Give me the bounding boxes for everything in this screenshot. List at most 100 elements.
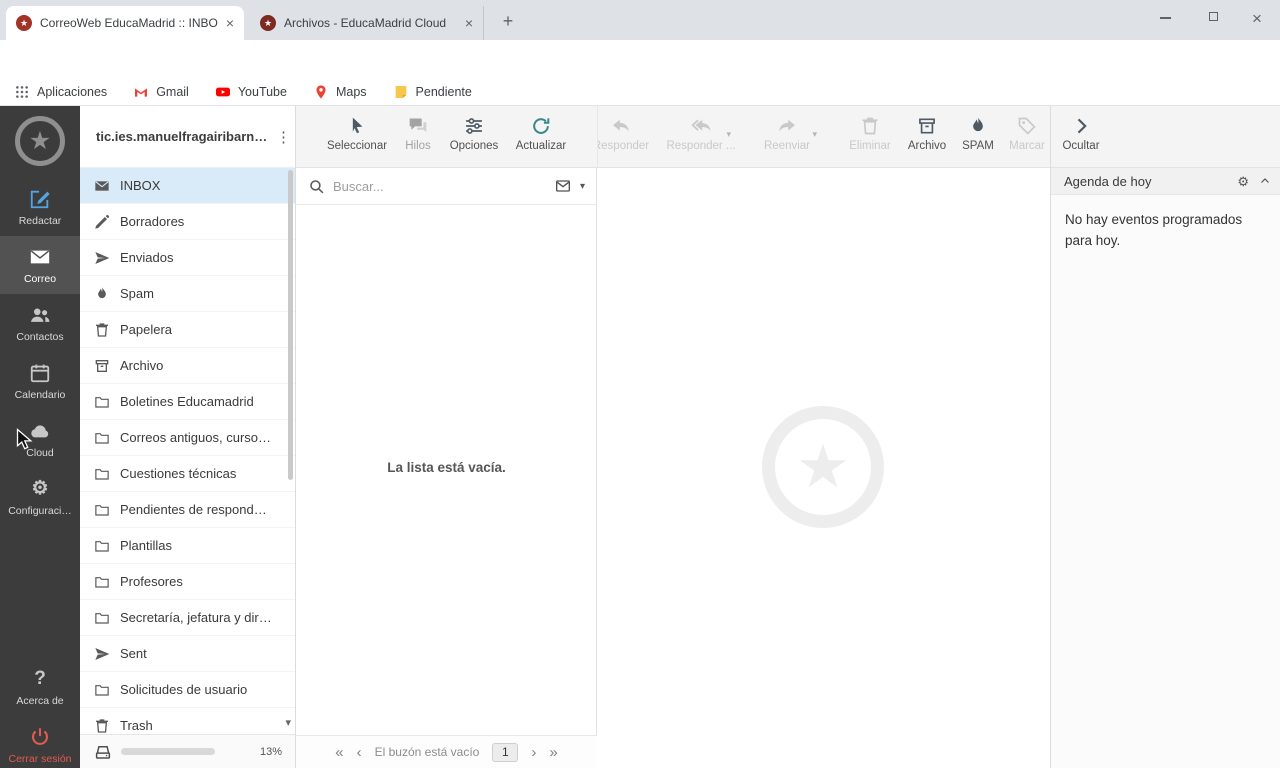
calendar-icon: [30, 364, 50, 382]
message-list-panel: ▾ La lista está vacía. « ‹ El buzón está…: [296, 168, 597, 768]
chevron-down-icon: ▾: [579, 180, 585, 192]
window-minimize-button[interactable]: [1142, 0, 1188, 36]
quota-bar: 13%: [80, 734, 295, 768]
forward-button[interactable]: Reenviar ▾: [747, 116, 827, 166]
hide-agenda-button[interactable]: Ocultar: [1051, 116, 1111, 166]
folder-options-menu-icon[interactable]: ⋮: [276, 106, 291, 168]
last-page-icon[interactable]: »: [549, 745, 557, 760]
empty-list-message: La lista está vacía.: [387, 460, 506, 475]
previous-page-icon[interactable]: ‹: [357, 745, 362, 760]
search-scope[interactable]: ▾: [555, 178, 585, 194]
folder-spam[interactable]: Spam: [80, 276, 295, 312]
reply-button[interactable]: Responder: [598, 116, 661, 166]
folder-profesores[interactable]: Profesores: [80, 564, 295, 600]
trash-icon: [96, 322, 108, 337]
folder-cuestiones-tecnicas[interactable]: Cuestiones técnicas: [80, 456, 295, 492]
tab-webmail[interactable]: ★ CorreoWeb EducaMadrid :: INBO ×: [6, 6, 244, 40]
folder-sent[interactable]: Sent: [80, 636, 295, 672]
first-page-icon[interactable]: «: [335, 745, 343, 760]
folder-enviados[interactable]: Enviados: [80, 240, 295, 276]
note-icon: [395, 85, 406, 98]
archive-icon: [919, 118, 935, 134]
folder-icon: [95, 396, 109, 408]
window-restore-button[interactable]: [1188, 0, 1234, 119]
sidebar-item-contactos[interactable]: Contactos: [0, 294, 80, 352]
inbox-icon: [95, 180, 109, 191]
gear-icon[interactable]: ⚙: [1237, 175, 1249, 188]
chevron-up-icon[interactable]: [1259, 175, 1271, 187]
agenda-toolbar-group: Ocultar: [1050, 106, 1280, 168]
bookmark-pendiente[interactable]: Pendiente: [393, 84, 472, 100]
quota-percent: 13%: [259, 745, 282, 758]
search-input[interactable]: [333, 178, 547, 194]
folder-secretaria[interactable]: Secretaría, jefatura y dir…: [80, 600, 295, 636]
folder-plantillas[interactable]: Plantillas: [80, 528, 295, 564]
folder-icon: [95, 468, 109, 480]
pagination-bar: « ‹ El buzón está vacío › »: [296, 735, 597, 768]
agenda-empty-message: No hay eventos programados para hoy.: [1065, 212, 1243, 248]
sidebar-item-calendario[interactable]: Calendario: [0, 352, 80, 410]
account-header: tic.ies.manuelfragairibarn… ⋮: [80, 106, 295, 168]
folder-inbox[interactable]: INBOX: [80, 168, 295, 204]
sidebar-item-cerrar-sesion[interactable]: Cerrar sesión: [0, 716, 80, 768]
mark-button[interactable]: Marcar: [987, 116, 1050, 166]
sidebar-item-cloud[interactable]: Cloud: [0, 410, 80, 468]
agenda-header: Agenda de hoy ⚙: [1051, 168, 1280, 195]
account-name: tic.ies.manuelfragairibarn…: [96, 129, 268, 144]
search-bar[interactable]: ▾: [296, 168, 597, 205]
flame-icon: [973, 117, 983, 132]
maps-pin-icon: [316, 84, 326, 99]
address-bar: ← → correoweb.educa.madrid.org/?_task=ma…: [0, 40, 1280, 113]
search-icon: [308, 178, 325, 195]
folder-pendientes[interactable]: Pendientes de respond…: [80, 492, 295, 528]
tab-close-icon[interactable]: ×: [226, 16, 234, 30]
window-close-button[interactable]: ×: [1234, 0, 1280, 36]
sidebar-item-configuracion[interactable]: ⚙ Configuraci…: [0, 468, 80, 526]
bookmark-aplicaciones[interactable]: Aplicaciones: [14, 84, 107, 100]
folder-boletines[interactable]: Boletines Educamadrid: [80, 384, 295, 420]
reply-all-button[interactable]: Responder ... ▾: [661, 116, 741, 166]
gmail-icon: [135, 87, 148, 97]
app-sidebar: ★ Redactar Correo Contactos Calendario C…: [0, 106, 80, 768]
tab-bar: ★ CorreoWeb EducaMadrid :: INBO × ★ Arch…: [0, 0, 1280, 119]
folder-icon: [95, 540, 109, 552]
folder-list-collapse-icon[interactable]: ▾: [285, 716, 291, 729]
page-number-input[interactable]: [492, 742, 519, 762]
tab-close-icon[interactable]: ×: [465, 16, 473, 30]
bookmarks-bar: Aplicaciones Gmail YouTube Maps Pendient…: [0, 78, 1280, 106]
chevron-right-icon: [1077, 118, 1087, 134]
folder-correos-antiguos[interactable]: Correos antiguos, curso…: [80, 420, 295, 456]
message-preview-pane: ★: [597, 168, 1050, 768]
bookmark-gmail[interactable]: Gmail: [133, 84, 189, 100]
folder-icon: [95, 576, 109, 588]
bookmark-youtube[interactable]: YouTube: [215, 84, 287, 100]
refresh-button[interactable]: Actualizar: [501, 116, 581, 166]
archive-icon: [95, 359, 109, 372]
forward-icon: [779, 119, 795, 132]
educamadrid-cloud-favicon: ★: [260, 15, 276, 31]
new-tab-button[interactable]: +: [496, 9, 520, 33]
window-controls: ×: [1142, 0, 1280, 119]
next-page-icon[interactable]: ›: [531, 745, 536, 760]
mail-scope-icon: [555, 180, 570, 192]
tab-title: CorreoWeb EducaMadrid :: INBO: [40, 16, 218, 30]
folder-solicitudes[interactable]: Solicitudes de usuario: [80, 672, 295, 708]
chevron-down-icon: ▾: [812, 129, 817, 139]
sidebar-item-acerca-de[interactable]: ? Acerca de: [0, 658, 80, 716]
sidebar-item-redactar[interactable]: Redactar: [0, 178, 80, 236]
storage-icon: [95, 745, 111, 759]
folder-scrollbar[interactable]: [288, 170, 293, 480]
educamadrid-logo: ★: [15, 116, 65, 166]
pager-status-text: El buzón está vacío: [374, 745, 480, 759]
tab-cloud[interactable]: ★ Archivos - EducaMadrid Cloud ×: [250, 6, 484, 40]
folder-papelera[interactable]: Papelera: [80, 312, 295, 348]
mail-toolbar: Seleccionar Hilos Opciones Actualizar Re…: [296, 106, 1280, 168]
sidebar-item-correo[interactable]: Correo: [0, 236, 80, 294]
educamadrid-favicon: ★: [16, 15, 32, 31]
folder-archivo[interactable]: Archivo: [80, 348, 295, 384]
pencil-icon: [95, 214, 110, 229]
reply-all-icon: [691, 119, 711, 132]
folder-borradores[interactable]: Borradores: [80, 204, 295, 240]
bookmark-maps[interactable]: Maps: [313, 84, 367, 100]
compose-icon: [30, 190, 50, 208]
